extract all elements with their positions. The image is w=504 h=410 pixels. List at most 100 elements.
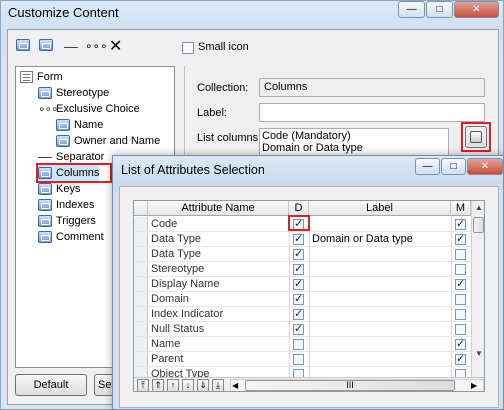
label-cell[interactable] (312, 262, 448, 277)
display-checkbox[interactable] (293, 292, 304, 305)
tree-item-comment[interactable]: Comment (38, 229, 104, 245)
attribute-name-cell[interactable]: Stereotype (151, 262, 287, 277)
exclusive-choice-icon[interactable]: ∘∘∘ (85, 39, 108, 55)
label-cell[interactable] (312, 292, 448, 307)
delete-x-icon[interactable]: ✕ (109, 36, 125, 55)
attribute-name-cell[interactable]: Parent (151, 352, 287, 367)
label-cell[interactable]: Domain or Data type (312, 232, 448, 247)
tree-item-form[interactable]: Form (20, 69, 63, 85)
scroll-right-arrow-icon[interactable]: ▶ (471, 380, 477, 391)
col-label[interactable]: Label (309, 201, 451, 216)
tree-item-stereotype[interactable]: Stereotype (38, 85, 109, 101)
col-d[interactable]: D (289, 201, 309, 216)
move-page-up-icon[interactable]: ⇑ (152, 379, 164, 391)
dialog-close-button[interactable]: ✕ (467, 158, 503, 175)
mandatory-checkbox[interactable] (455, 352, 466, 365)
move-up-icon[interactable]: ↑ (167, 379, 179, 391)
tree-item-name[interactable]: Name (56, 117, 103, 133)
tree-item-indexes[interactable]: Indexes (38, 197, 95, 213)
table-icon[interactable] (16, 39, 32, 55)
table-icon[interactable] (39, 39, 55, 55)
mandatory-checkbox[interactable] (455, 324, 466, 335)
label-cell[interactable] (312, 337, 448, 352)
minimize-button[interactable]: — (398, 1, 425, 18)
label-cell[interactable] (312, 307, 448, 322)
label-cell[interactable] (312, 277, 448, 292)
mandatory-checkbox[interactable] (455, 277, 466, 290)
attribute-name-cell[interactable]: Domain (151, 292, 287, 307)
table-icon (56, 119, 70, 131)
scroll-up-arrow-icon[interactable]: ▲ (472, 201, 484, 215)
mandatory-checkbox[interactable] (455, 217, 466, 230)
dash-icon (38, 156, 52, 158)
move-bottom-icon[interactable]: ⤓ (212, 379, 224, 391)
move-page-down-icon[interactable]: ⇓ (197, 379, 209, 391)
vertical-scroll-thumb[interactable] (473, 217, 484, 233)
move-down-icon[interactable]: ↓ (182, 379, 194, 391)
col-divider-m (451, 217, 452, 377)
mandatory-checkbox[interactable] (455, 264, 466, 275)
horizontal-scroll-thumb[interactable]: III (245, 380, 455, 391)
col-attribute-name[interactable]: Attribute Name (148, 201, 289, 216)
attribute-name-cell[interactable]: Null Status (151, 322, 287, 337)
tree-item-triggers[interactable]: Triggers (38, 213, 96, 229)
mandatory-checkbox[interactable] (455, 232, 466, 245)
mandatory-checkbox[interactable] (455, 337, 466, 350)
dialog-maximize-button[interactable]: □ (441, 158, 466, 175)
dots-icon: ∘∘∘ (38, 102, 59, 116)
mandatory-checkbox[interactable] (455, 309, 466, 320)
list-of-attributes-dialog: List of Attributes Selection — □ ✕ Attri… (112, 155, 504, 410)
small-icon-checkbox[interactable] (182, 42, 194, 54)
label-cell[interactable] (312, 322, 448, 337)
col-m[interactable]: M (451, 201, 471, 216)
col-divider-d (289, 217, 290, 377)
attribute-name-cell[interactable]: Display Name (151, 277, 287, 292)
mandatory-checkbox[interactable] (455, 294, 466, 305)
display-checkbox[interactable] (293, 262, 304, 275)
attribute-name-cell[interactable]: Index Indicator (151, 307, 287, 322)
horizontal-scrollbar[interactable]: ◀ III ▶ (230, 379, 484, 391)
display-checkbox[interactable] (293, 339, 304, 350)
label-cell[interactable] (312, 247, 448, 262)
separator-icon[interactable] (64, 39, 80, 55)
label-input[interactable] (259, 103, 485, 122)
label-cell[interactable] (312, 217, 448, 232)
maximize-button[interactable]: □ (426, 1, 453, 18)
list-columns-value-0: Code (Mandatory) (262, 130, 351, 142)
display-checkbox[interactable] (293, 322, 304, 335)
display-checkbox[interactable] (293, 247, 304, 260)
window-title: Customize Content (8, 5, 119, 20)
select-button-highlight (461, 122, 491, 152)
table-icon (38, 87, 52, 99)
collection-label: Collection: (197, 82, 249, 94)
columns-highlight (36, 163, 112, 183)
attribute-name-cell[interactable]: Data Type (151, 247, 287, 262)
display-checkbox[interactable] (293, 232, 304, 245)
attribute-name-cell[interactable]: Name (151, 337, 287, 352)
label-cell[interactable] (312, 352, 448, 367)
dialog-minimize-button[interactable]: — (415, 158, 440, 175)
d-column-highlight (288, 215, 310, 231)
table-icon (38, 183, 52, 195)
move-top-icon[interactable]: ⤒ (137, 379, 149, 391)
table-icon (38, 215, 52, 227)
table-icon (38, 231, 52, 243)
tree-item-owner-and-name[interactable]: Owner and Name (56, 133, 160, 149)
display-checkbox[interactable] (293, 277, 304, 290)
attribute-name-cell[interactable]: Code (151, 217, 287, 232)
scroll-left-arrow-icon[interactable]: ◀ (232, 380, 238, 391)
vertical-scrollbar[interactable]: ▲ ▼ (471, 201, 484, 377)
list-columns-box[interactable]: Code (Mandatory) Domain or Data type (259, 128, 449, 158)
close-button[interactable]: ✕ (454, 1, 499, 18)
display-checkbox[interactable] (293, 354, 304, 365)
col-divider-label (309, 217, 310, 377)
mandatory-checkbox[interactable] (455, 249, 466, 260)
attribute-name-cell[interactable]: Data Type (151, 232, 287, 247)
row-header-corner (134, 201, 148, 216)
display-checkbox[interactable] (293, 307, 304, 320)
tree-item-keys[interactable]: Keys (38, 181, 80, 197)
default-button[interactable]: Default (15, 374, 87, 396)
tree-item-exclusive-choice[interactable]: ∘∘∘ Exclusive Choice (38, 101, 140, 117)
scroll-down-arrow-icon[interactable]: ▼ (472, 347, 484, 361)
table-icon (38, 199, 52, 211)
